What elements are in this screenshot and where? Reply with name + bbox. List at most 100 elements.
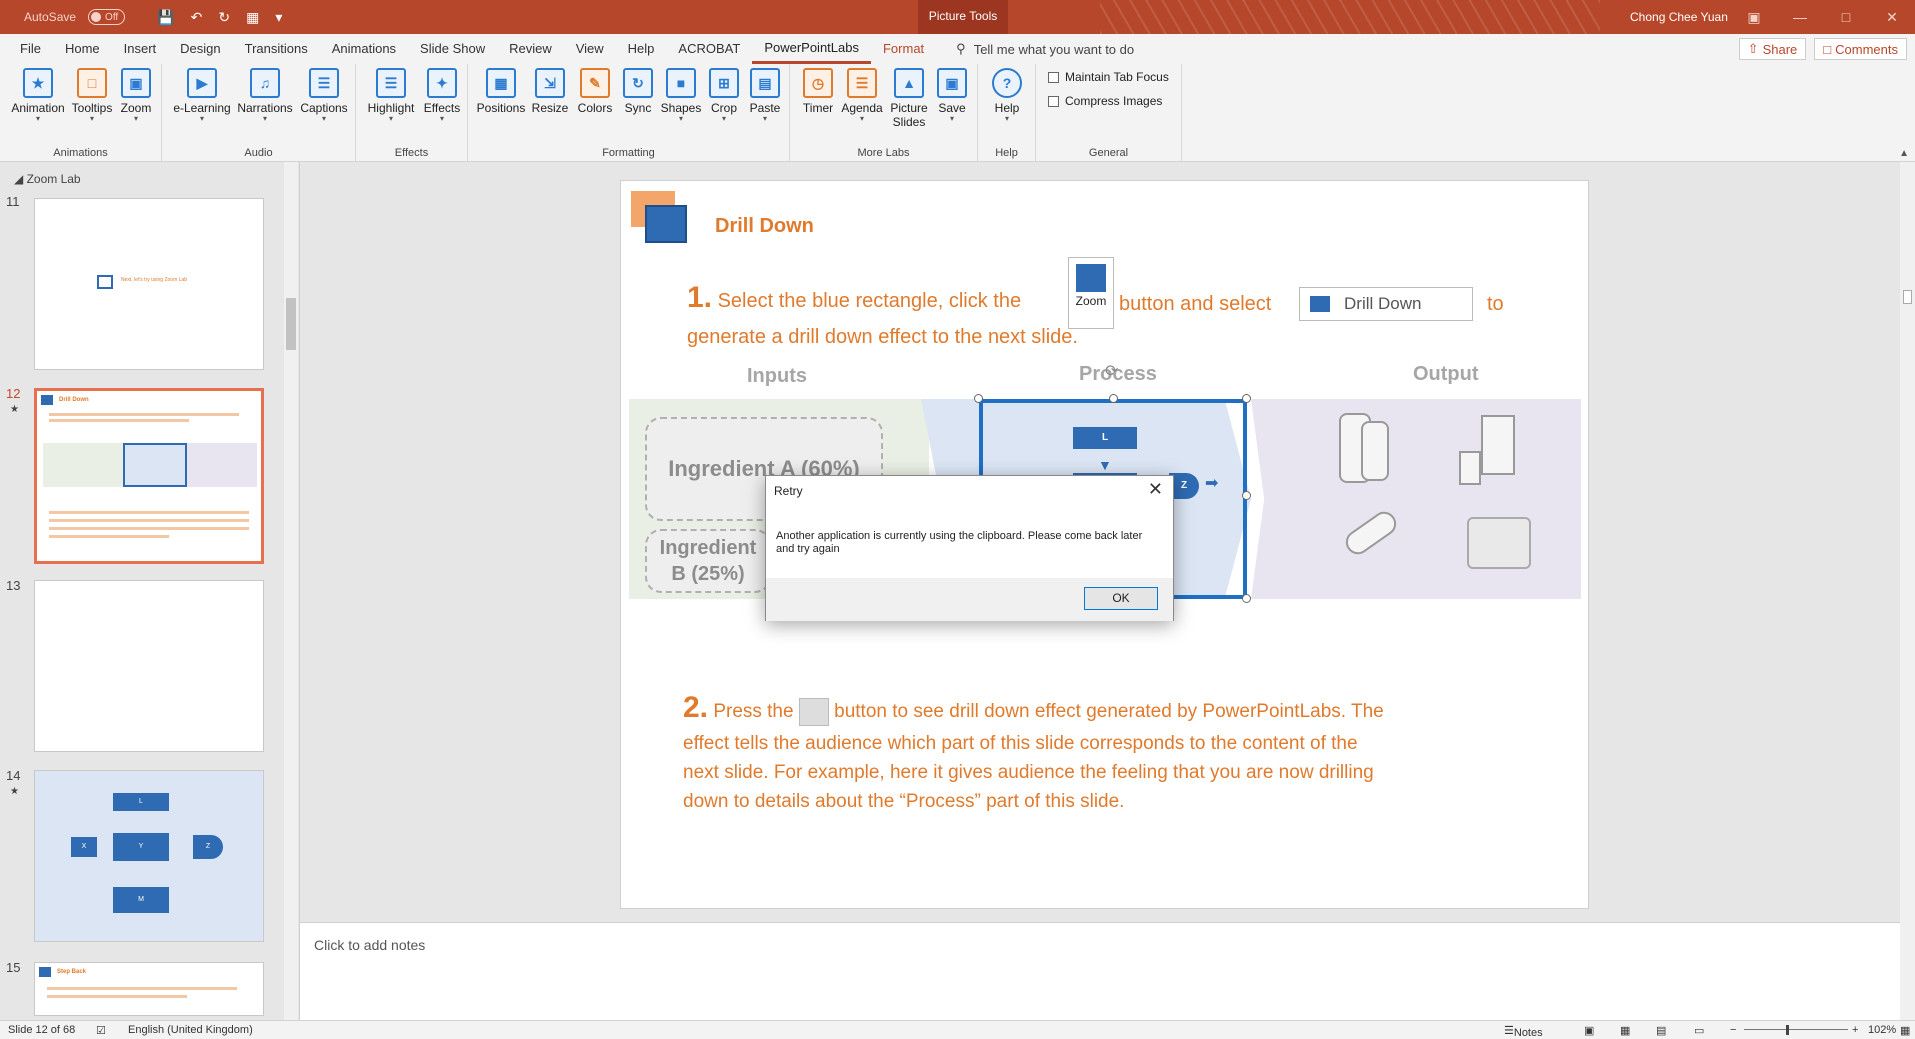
group-formatting: ▦ Positions ⇲ Resize ✎ Colors ↻ Sync ■ S… [468,64,790,162]
captions-button[interactable]: ☰ Captions ▾ [296,68,352,123]
zoom-out-icon[interactable]: − [1730,1024,1736,1036]
positions-button[interactable]: ▦ Positions [476,68,526,115]
resize-button[interactable]: ⇲ Resize [528,68,572,115]
accessibility-icon[interactable]: ☑ [96,1024,106,1037]
tab-format[interactable]: Format [871,34,936,64]
slide-thumbnail-11[interactable]: Next, let's try using Zoom Lab [34,198,264,370]
colors-button[interactable]: ✎ Colors [574,68,616,115]
ribbon-display-icon[interactable]: ▣ [1731,0,1777,34]
tab-file[interactable]: File [8,34,53,64]
tell-me-box[interactable]: ⚲ Tell me what you want to do [956,41,1134,57]
maximize-icon[interactable]: □ [1823,0,1869,34]
share-button[interactable]: ⇧ Share [1738,38,1807,60]
tab-slide-show[interactable]: Slide Show [408,34,497,64]
section-header[interactable]: ◢ Zoom Lab [14,172,81,186]
resize-handle[interactable] [1109,394,1118,403]
tab-home[interactable]: Home [53,34,112,64]
zoom-button-image: Zoom [1068,257,1114,329]
thumb-node-x: X [71,837,97,857]
group-label-help: Help [995,147,1018,159]
user-name[interactable]: Chong Chee Yuan [1630,10,1728,24]
slideshow-view-icon[interactable]: ▭ [1694,1024,1704,1037]
effects-button[interactable]: ✦ Effects ▾ [418,68,466,123]
minimize-icon[interactable]: — [1777,0,1823,34]
language-status[interactable]: English (United Kingdom) [128,1024,253,1036]
present-icon[interactable]: ▦ [246,9,259,26]
agenda-button[interactable]: ☰ Agenda ▾ [838,68,886,123]
collapse-ribbon-icon[interactable]: ▲ [1899,148,1909,159]
tab-animations[interactable]: Animations [320,34,408,64]
save-lab-button[interactable]: ▣ Save ▾ [930,68,974,123]
ok-button[interactable]: OK [1084,587,1158,610]
slide-number-current: 12 [6,386,21,401]
elearning-button[interactable]: ▶ e-Learning ▾ [172,68,232,123]
slide-scrollbar[interactable] [1900,162,1915,1020]
undo-icon[interactable]: ↶ [191,9,203,26]
autosave-toggle[interactable]: Off [88,9,126,25]
tab-transitions[interactable]: Transitions [233,34,320,64]
tab-design[interactable]: Design [168,34,232,64]
retry-dialog: Retry ✕ Another application is currently… [765,475,1174,621]
tab-view[interactable]: View [564,34,616,64]
picture-slides-button[interactable]: ▲ Picture Slides [886,68,932,129]
help-button[interactable]: ? Help ▾ [983,68,1031,123]
slide-thumbnail-12[interactable]: Drill Down [34,388,264,564]
tab-insert[interactable]: Insert [112,34,169,64]
zoom-in-icon[interactable]: + [1852,1024,1858,1036]
group-more-labs: ◷ Timer ☰ Agenda ▾ ▲ Picture Slides ▣ Save… [790,64,978,162]
crop-button[interactable]: ⊞ Crop ▾ [704,68,744,123]
captions-icon: ☰ [309,68,339,98]
slide-title: Drill Down [715,215,814,237]
slides-pane-scrollbar[interactable] [284,162,298,1020]
sync-icon: ↻ [623,68,653,98]
sync-button[interactable]: ↻ Sync [618,68,658,115]
zoom-slider[interactable] [1744,1029,1848,1030]
highlight-button[interactable]: ☰ Highlight ▾ [362,68,420,123]
redo-icon[interactable]: ↻ [218,9,230,26]
shapes-button[interactable]: ■ Shapes ▾ [658,68,704,123]
timer-button[interactable]: ◷ Timer [796,68,840,115]
customize-qat-icon[interactable]: ▾ [275,9,282,26]
comments-button[interactable]: □ Comments [1814,38,1907,60]
narrations-button[interactable]: ♫ Narrations ▾ [234,68,296,123]
normal-view-icon[interactable]: ▣ [1584,1024,1594,1037]
notes-toggle[interactable]: ☰ Notes [1504,1024,1543,1039]
tab-powerpointlabs[interactable]: PowerPointLabs [752,34,871,64]
search-icon: ⚲ [956,41,966,56]
notes-pane[interactable]: Click to add notes [300,922,1900,1020]
slide-counter[interactable]: Slide 12 of 68 [8,1024,75,1036]
rotate-handle-icon[interactable]: ⟳ [1105,361,1118,381]
menu-bar: File Home Insert Design Transitions Anim… [0,34,1915,64]
group-label-formatting: Formatting [602,147,655,159]
reading-view-icon[interactable]: ▤ [1656,1024,1666,1037]
resize-handle[interactable] [1242,394,1251,403]
close-icon[interactable]: ✕ [1869,0,1915,34]
tab-help[interactable]: Help [616,34,667,64]
maintain-tab-focus-checkbox[interactable]: Maintain Tab Focus [1048,70,1169,84]
tab-review[interactable]: Review [497,34,564,64]
slide-thumbnail-13[interactable] [34,580,264,752]
save-lab-icon: ▣ [937,68,967,98]
resize-handle[interactable] [1242,594,1251,603]
slide-thumbnail-14[interactable]: L X Y Z M [34,770,264,942]
group-label-general: General [1088,147,1129,159]
step1-line1: 1. Select the blue rectangle, click the [687,281,1022,314]
zoom-level[interactable]: 102% [1868,1024,1896,1036]
resize-icon: ⇲ [535,68,565,98]
zoom-button[interactable]: ▣ Zoom ▾ [112,68,160,123]
tooltips-button[interactable]: □ Tooltips ▾ [68,68,116,123]
compress-images-checkbox[interactable]: Compress Images [1048,94,1162,108]
resize-handle[interactable] [1242,491,1251,500]
slide-sorter-icon[interactable]: ▦ [1620,1024,1630,1037]
tab-acrobat[interactable]: ACROBAT [666,34,752,64]
dialog-title: Retry [774,484,803,498]
paste-button[interactable]: ▤ Paste ▾ [744,68,786,123]
dialog-close-icon[interactable]: ✕ [1148,479,1163,500]
zoom-slider-thumb[interactable] [1786,1025,1789,1035]
fit-slide-icon[interactable]: ▦ [1900,1024,1910,1037]
save-icon[interactable]: 💾 [157,9,174,26]
animation-button[interactable]: ★ Animation ▾ [6,68,70,123]
slide-thumbnail-15[interactable]: Step Back [34,962,264,1016]
share-icon: ⇧ [1747,41,1759,56]
resize-handle[interactable] [974,394,983,403]
